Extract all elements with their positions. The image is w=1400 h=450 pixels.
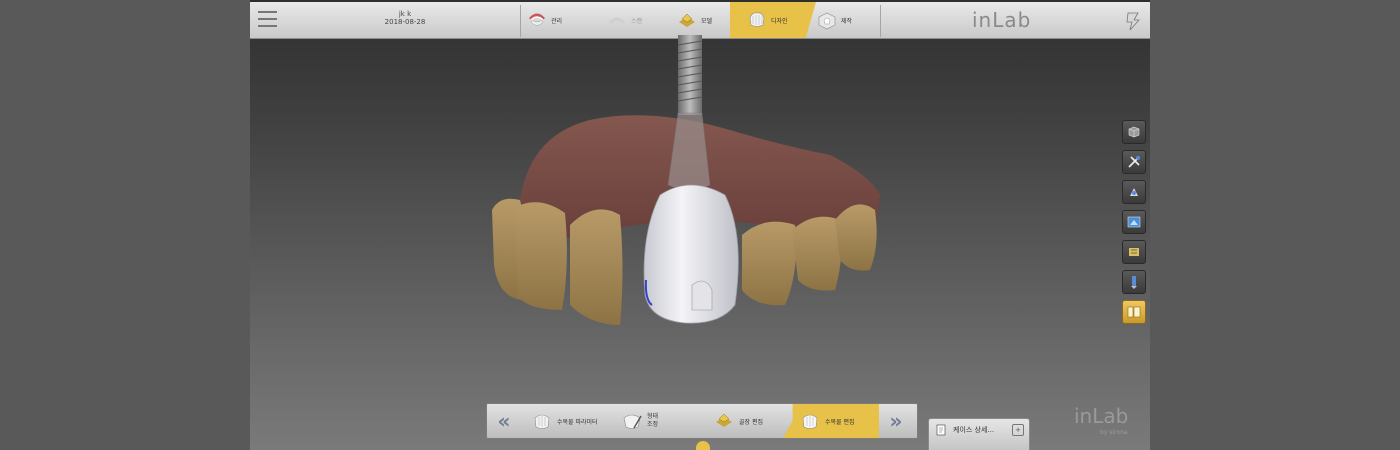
inlab-watermark: inLab [1074, 404, 1129, 428]
right-toolbar [1122, 120, 1148, 330]
tool-tools[interactable] [1122, 150, 1146, 174]
expand-icon[interactable]: + [1012, 424, 1024, 436]
step-indicator [696, 441, 710, 450]
tooth-left-3 [570, 209, 623, 325]
crown-params-icon [534, 414, 550, 429]
step-label-line2: 조정 [647, 421, 659, 428]
model-object-icon [1129, 248, 1139, 256]
tool-analysis[interactable] [1122, 180, 1146, 204]
crown-edit-icon [802, 414, 818, 429]
dentition-icon [529, 13, 545, 26]
implant-icon [1131, 276, 1137, 289]
inlab-window: jk k 2018-08-28 관리 스캔 모델 디자인 제작 inLab « … [250, 0, 1150, 450]
phase-label: 제작 [841, 17, 853, 25]
step-label: 형태 조정 [647, 413, 658, 429]
manufacture-icon [818, 12, 836, 30]
tool-screenshot[interactable] [1122, 210, 1146, 234]
tool-library[interactable] [1122, 300, 1146, 324]
phase-manufacture[interactable]: 제작 [816, 2, 852, 38]
phase-label: 모델 [701, 17, 713, 25]
patient-date: 2018-08-28 [384, 18, 426, 26]
design-step-bar: « 수복물 파라미터 형태 조정 골장 편집 수복물 편집 » [486, 403, 918, 439]
next-step-icon[interactable]: » [881, 406, 911, 436]
step-restoration-edit[interactable]: 수복물 편집 [783, 404, 879, 438]
case-details-label: 케이스 상세... [953, 426, 995, 434]
step-restoration-parameters[interactable]: 수복물 파라미터 [531, 404, 598, 438]
lightning-icon[interactable] [1124, 11, 1142, 31]
design-icon [749, 12, 765, 27]
tools-icon [1128, 156, 1140, 168]
patient-name: jk k [398, 10, 412, 18]
step-label: 수복물 파라미터 [557, 418, 598, 426]
step-abutment-edit[interactable]: 골장 편집 [713, 404, 763, 438]
library-icon [1127, 306, 1141, 318]
step-label: 골장 편집 [739, 418, 763, 426]
view-cube-icon [1128, 126, 1140, 138]
patient-info: jk k 2018-08-28 [370, 10, 440, 27]
crown-occlusal-detail [691, 280, 713, 311]
shape-adjust-icon [623, 414, 642, 429]
phase-label: 관리 [551, 17, 563, 25]
crown-restoration [643, 184, 739, 324]
tooth-right-2 [792, 216, 842, 291]
divider [880, 5, 881, 37]
tooth-right-3 [835, 204, 877, 271]
case-file-icon [936, 424, 946, 436]
divider [520, 5, 521, 37]
step-label: 수복물 편집 [825, 418, 855, 426]
analysis-icon [1130, 188, 1138, 196]
previous-step-icon[interactable]: « [489, 406, 519, 436]
phase-model[interactable]: 모델 [676, 2, 712, 38]
step-label-line1: 형태 [647, 413, 659, 420]
tooth-left-2 [515, 202, 567, 310]
phase-scan[interactable]: 스캔 [606, 2, 642, 38]
abutment-edit-icon [716, 413, 732, 427]
screenshot-icon [1127, 216, 1141, 228]
phase-label: 디자인 [771, 17, 788, 25]
hamburger-menu-icon[interactable] [258, 11, 277, 29]
implant-screw [677, 35, 703, 115]
model-icon [679, 13, 695, 27]
scan-icon [609, 17, 625, 24]
phase-management[interactable]: 관리 [526, 2, 562, 38]
case-details-panel[interactable]: 케이스 상세... + [928, 418, 1030, 450]
phase-design[interactable]: 디자인 [730, 2, 816, 38]
step-shape-adjust[interactable]: 형태 조정 [621, 404, 658, 438]
tool-implant[interactable] [1122, 270, 1146, 294]
tool-view-cube[interactable] [1122, 120, 1146, 144]
tooth-right-1 [742, 221, 797, 306]
tool-model-object[interactable] [1122, 240, 1146, 264]
phase-label: 스캔 [631, 17, 643, 25]
dental-3d-viewport[interactable] [480, 35, 920, 335]
top-bar: jk k 2018-08-28 관리 스캔 모델 디자인 제작 inLab [250, 2, 1150, 39]
brand-logo: inLab [972, 8, 1032, 32]
sirona-watermark: by sirona [1100, 429, 1128, 436]
